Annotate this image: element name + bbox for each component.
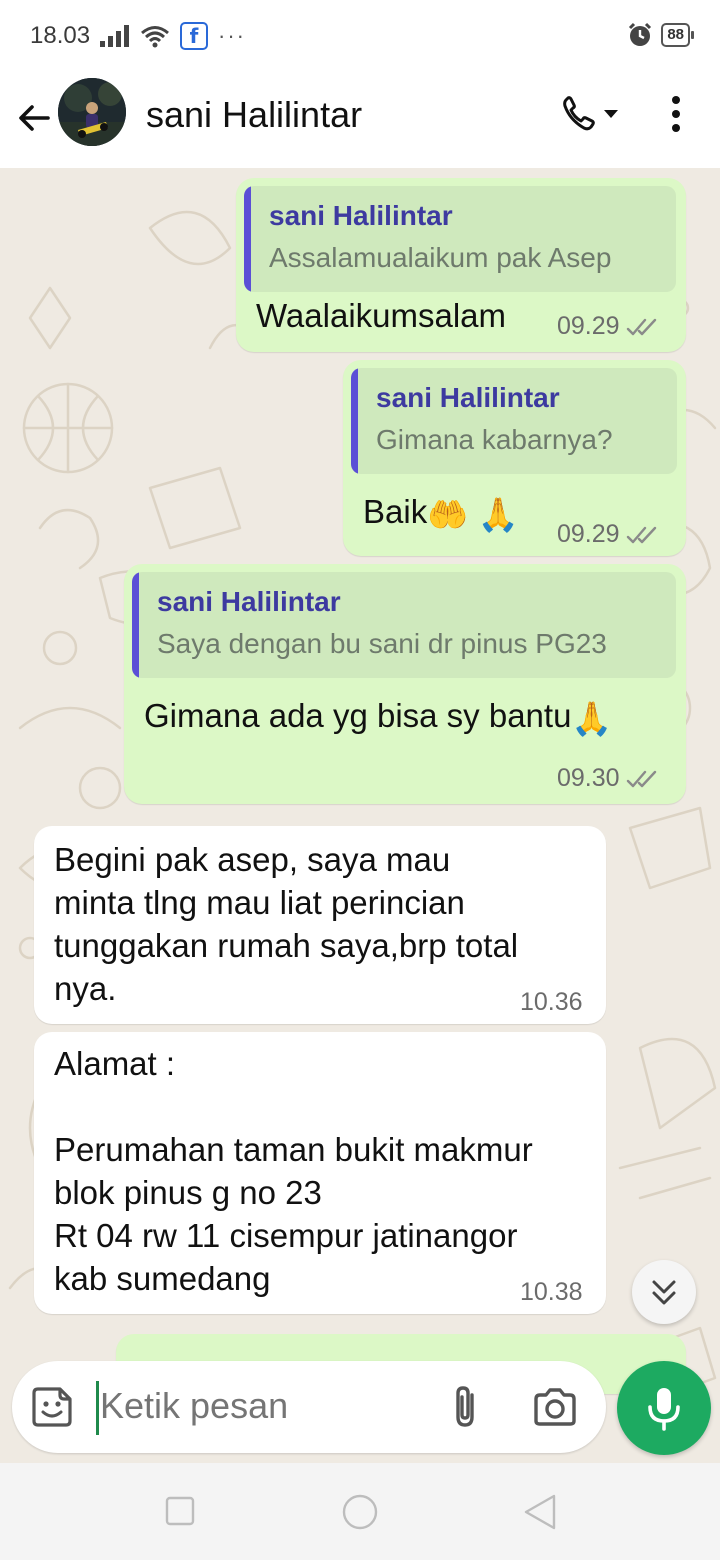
message-meta: 09.29 (557, 312, 660, 341)
message-text-body: Baik (363, 493, 428, 530)
message-outgoing-3[interactable]: sani Halilintar Saya dengan bu sani dr p… (124, 564, 686, 804)
facebook-notification-icon: f (180, 22, 208, 50)
quote-sender: sani Halilintar (269, 200, 453, 231)
message-meta: 09.29 (557, 520, 660, 549)
avatar-photo-icon (58, 78, 126, 146)
more-notifications-icon: ··· (218, 23, 246, 48)
message-meta: 10.36 (520, 988, 583, 1017)
back-arrow-icon[interactable] (14, 98, 54, 138)
double-chevron-down-icon (652, 1280, 676, 1305)
quote-accent-bar (132, 572, 139, 678)
quote-text: Assalamualaikum pak Asep (269, 242, 612, 273)
status-icons-right: 88 (627, 22, 694, 48)
battery-indicator: 88 (661, 23, 694, 47)
open-hands-emoji: 🤲 (427, 495, 469, 533)
signal-icon (100, 25, 129, 47)
message-outgoing-2[interactable]: sani Halilintar Gimana kabarnya? Baik🤲 🙏… (343, 360, 686, 556)
contact-name[interactable]: sani Halilintar (146, 94, 362, 136)
quote-sender: sani Halilintar (376, 382, 560, 413)
voice-record-button[interactable] (617, 1361, 711, 1455)
status-icons-left: f ··· (100, 22, 246, 50)
phone-call-icon[interactable] (560, 94, 620, 134)
folded-hands-emoji: 🙏 (477, 495, 519, 533)
quote-text: Saya dengan bu sani dr pinus PG23 (157, 628, 607, 659)
chat-area[interactable]: sani Halilintar Assalamualaikum pak Asep… (0, 168, 720, 1463)
message-text: Begini pak asep, saya mau minta tlng mau… (54, 841, 519, 1007)
message-meta: 09.30 (557, 764, 660, 793)
status-time: 18.03 (30, 22, 91, 49)
read-double-check-icon (626, 526, 656, 543)
text-caret (96, 1381, 99, 1435)
system-navigation-bar (0, 1463, 720, 1560)
camera-icon[interactable] (532, 1387, 578, 1427)
message-incoming-2[interactable]: Alamat : Perumahan taman bukit makmur bl… (34, 1032, 606, 1314)
back-nav-icon[interactable] (522, 1493, 558, 1531)
quoted-message[interactable]: sani Halilintar Saya dengan bu sani dr p… (132, 572, 676, 678)
message-composer (12, 1361, 606, 1453)
quoted-message[interactable]: sani Halilintar Assalamualaikum pak Asep (244, 186, 676, 292)
read-double-check-icon (626, 318, 656, 335)
message-incoming-1[interactable]: Begini pak asep, saya mau minta tlng mau… (34, 826, 606, 1024)
message-text: Waalaikumsalam (256, 297, 507, 334)
home-icon[interactable] (341, 1493, 379, 1531)
recent-apps-icon[interactable] (164, 1495, 196, 1527)
contact-avatar[interactable] (58, 78, 126, 146)
sticker-emoji-icon[interactable] (30, 1385, 74, 1429)
quote-accent-bar (351, 368, 358, 474)
chat-header: sani Halilintar (0, 72, 720, 169)
message-time: 09.30 (557, 764, 620, 792)
microphone-icon (648, 1388, 680, 1431)
paperclip-icon[interactable] (446, 1383, 486, 1431)
more-options-icon[interactable] (660, 92, 692, 136)
message-text: Baik🤲 🙏 (363, 490, 519, 536)
quote-text: Gimana kabarnya? (376, 424, 613, 455)
message-meta: 10.38 (520, 1278, 583, 1307)
alarm-icon (629, 22, 652, 46)
quote-sender: sani Halilintar (157, 586, 341, 617)
wifi-icon (141, 26, 169, 48)
quoted-message[interactable]: sani Halilintar Gimana kabarnya? (351, 368, 677, 474)
folded-hands-emoji: 🙏 (571, 699, 613, 737)
message-outgoing-1[interactable]: sani Halilintar Assalamualaikum pak Asep… (236, 178, 686, 352)
message-time: 10.36 (520, 988, 583, 1016)
message-text-body: Gimana ada yg bisa sy bantu (144, 697, 572, 734)
message-time: 10.38 (520, 1278, 583, 1306)
status-bar: 18.03 f ··· 88 (0, 0, 720, 72)
message-time: 09.29 (557, 312, 620, 340)
message-time: 09.29 (557, 520, 620, 548)
message-text: Gimana ada yg bisa sy bantu🙏 (144, 694, 613, 740)
message-text: Alamat : Perumahan taman bukit makmur bl… (54, 1045, 533, 1297)
message-input[interactable] (100, 1385, 420, 1427)
read-double-check-icon (626, 770, 656, 787)
quote-accent-bar (244, 186, 251, 292)
scroll-to-bottom-button[interactable] (632, 1260, 696, 1324)
